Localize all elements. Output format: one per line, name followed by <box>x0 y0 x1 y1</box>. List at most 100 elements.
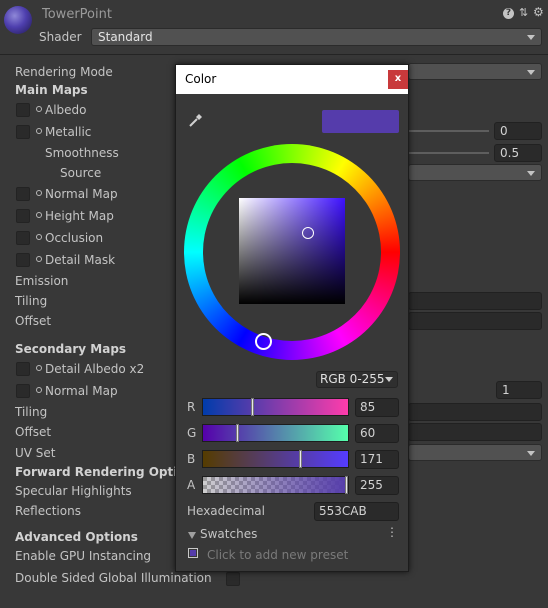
color-mode-value: RGB 0-255 <box>320 372 385 386</box>
rendering-mode-dropdown[interactable] <box>408 63 542 80</box>
settings-icon[interactable]: ⚙ <box>533 5 544 19</box>
swatch-preset[interactable] <box>188 548 198 558</box>
smoothness-value[interactable]: 0.5 <box>494 144 542 162</box>
help-icon[interactable]: ? <box>503 8 514 19</box>
smoothness-slider[interactable] <box>409 152 489 154</box>
metallic-label: Metallic <box>45 125 92 139</box>
channel-a-slider[interactable] <box>202 476 349 494</box>
occlusion-picker-icon[interactable] <box>36 234 42 240</box>
albedo-texture-slot[interactable] <box>16 103 30 117</box>
metallic-picker-icon[interactable] <box>36 128 42 134</box>
channel-g-value[interactable]: 60 <box>355 424 399 443</box>
gpu-instancing-label: Enable GPU Instancing <box>15 549 152 563</box>
detail-albedo-texture-slot[interactable] <box>16 362 30 376</box>
channel-r-slider[interactable] <box>202 398 349 416</box>
channel-r-thumb[interactable] <box>251 398 254 416</box>
occlusion-texture-slot[interactable] <box>16 231 30 245</box>
normal-map-texture-slot[interactable] <box>16 187 30 201</box>
channel-r-label: R <box>187 400 196 414</box>
channel-r-value[interactable]: 85 <box>355 398 399 417</box>
material-title: TowerPoint <box>42 7 112 22</box>
secondary-maps-heading: Secondary Maps <box>15 342 127 356</box>
shader-label: Shader <box>39 30 82 44</box>
metallic-slider[interactable] <box>409 130 489 132</box>
channel-a-thumb[interactable] <box>345 476 348 494</box>
normal-map-2-value[interactable]: 1 <box>496 381 542 399</box>
presets-icon[interactable]: ⇅ <box>519 6 528 19</box>
color-mode-dropdown[interactable]: RGB 0-255 <box>316 371 398 388</box>
swatches-toggle-icon[interactable] <box>188 532 196 539</box>
offset-label: Offset <box>15 314 52 328</box>
normal-map-picker-icon[interactable] <box>36 190 42 196</box>
tiling-label: Tiling <box>15 294 48 308</box>
channel-g-thumb[interactable] <box>236 424 239 442</box>
advanced-options-heading: Advanced Options <box>15 530 138 544</box>
shader-value: Standard <box>98 30 153 44</box>
chevron-down-icon <box>527 171 535 176</box>
occlusion-label: Occlusion <box>45 231 104 245</box>
uv-set-label: UV Set <box>15 446 56 460</box>
height-map-picker-icon[interactable] <box>36 212 42 218</box>
chevron-down-icon <box>527 70 535 75</box>
shader-dropdown[interactable]: Standard <box>91 28 542 46</box>
channel-a-label: A <box>187 478 196 492</box>
source-label: Source <box>60 166 102 180</box>
chevron-down-icon <box>527 35 535 40</box>
normal-map-2-label: Normal Map <box>45 384 118 398</box>
tiling-2-field[interactable] <box>408 403 542 421</box>
detail-mask-label: Detail Mask <box>45 253 116 267</box>
detail-mask-picker-icon[interactable] <box>36 256 42 262</box>
albedo-picker-icon[interactable] <box>36 106 42 112</box>
channel-b-label: B <box>187 452 196 466</box>
normal-map-2-texture-slot[interactable] <box>16 384 30 398</box>
channel-g-slider[interactable] <box>202 424 349 442</box>
double-sided-checkbox[interactable] <box>226 572 240 586</box>
height-map-texture-slot[interactable] <box>16 209 30 223</box>
double-sided-label: Double Sided Global Illumination <box>15 571 212 585</box>
chevron-down-icon <box>385 377 393 382</box>
metallic-texture-slot[interactable] <box>16 125 30 139</box>
specular-highlights-label: Specular Highlights <box>15 484 132 498</box>
forward-rendering-heading: Forward Rendering Options <box>15 465 202 479</box>
swatch-hint[interactable]: Click to add new preset <box>207 548 348 562</box>
source-dropdown[interactable] <box>408 164 542 181</box>
offset-2-field[interactable] <box>408 423 542 441</box>
uv-set-dropdown[interactable] <box>408 444 542 461</box>
hex-label: Hexadecimal <box>187 504 265 518</box>
saturation-value-square[interactable] <box>239 198 345 304</box>
color-picker-titlebar[interactable]: Color x <box>176 65 408 94</box>
rendering-mode-label: Rendering Mode <box>15 65 113 79</box>
tiling-2-label: Tiling <box>15 405 48 419</box>
normal-map-2-picker-icon[interactable] <box>36 387 42 393</box>
material-sphere-icon <box>4 6 32 34</box>
channel-b-slider[interactable] <box>202 450 349 468</box>
hex-input[interactable]: 553CAB <box>314 502 399 521</box>
tiling-field[interactable] <box>408 292 542 310</box>
more-options-icon[interactable]: ⋮ <box>386 526 398 538</box>
swatches-label[interactable]: Swatches <box>200 527 257 541</box>
channel-g-label: G <box>187 426 197 440</box>
detail-mask-texture-slot[interactable] <box>16 253 30 267</box>
albedo-label: Albedo <box>45 103 87 117</box>
channel-b-thumb[interactable] <box>299 450 302 468</box>
offset-field[interactable] <box>408 312 542 330</box>
eyedropper-icon[interactable] <box>188 112 204 128</box>
close-button[interactable]: x <box>388 70 408 89</box>
hue-selector-handle[interactable] <box>255 333 272 350</box>
metallic-value[interactable]: 0 <box>494 122 542 140</box>
detail-albedo-picker-icon[interactable] <box>36 365 42 371</box>
channel-a-value[interactable]: 255 <box>355 476 399 495</box>
sv-selector-handle[interactable] <box>302 227 314 239</box>
channel-b-value[interactable]: 171 <box>355 450 399 469</box>
close-icon: x <box>394 73 402 84</box>
main-maps-heading: Main Maps <box>15 83 88 97</box>
reflections-label: Reflections <box>15 504 81 518</box>
color-preview[interactable] <box>322 110 399 133</box>
swatch-preset-color <box>190 550 196 556</box>
emission-label: Emission <box>15 274 69 288</box>
offset-2-label: Offset <box>15 425 52 439</box>
color-picker-window: Color x RGB 0-255 R 85 G 60 B 171 A 255 … <box>175 64 409 572</box>
detail-albedo-label: Detail Albedo x2 <box>45 362 145 376</box>
header-divider <box>0 54 548 55</box>
smoothness-label: Smoothness <box>45 146 119 160</box>
